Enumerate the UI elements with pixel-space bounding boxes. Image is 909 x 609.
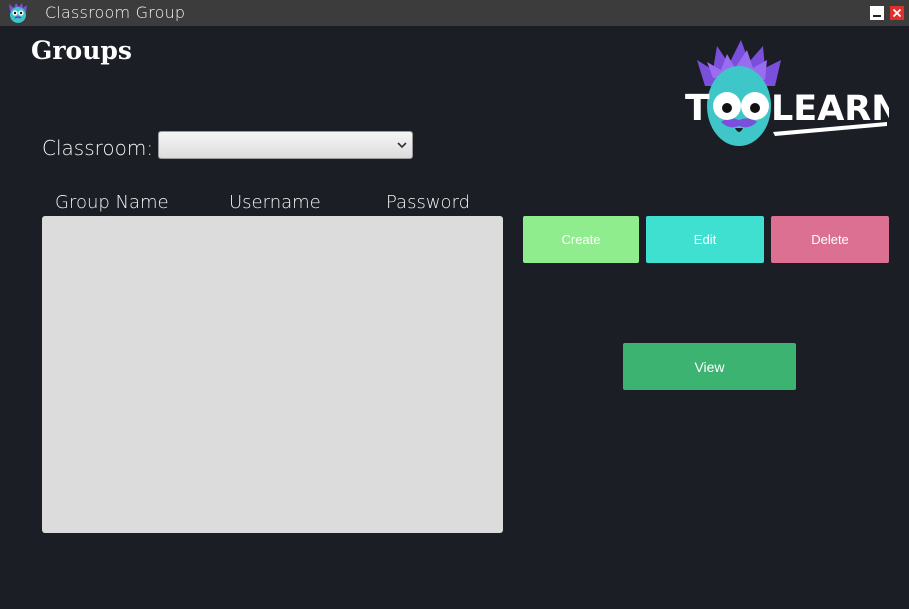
- group-list[interactable]: [42, 216, 503, 533]
- column-header-username[interactable]: Username: [229, 192, 321, 213]
- delete-button[interactable]: Delete: [771, 216, 889, 263]
- edit-button[interactable]: Edit: [646, 216, 764, 263]
- page-title: Groups: [31, 36, 132, 65]
- column-header-password[interactable]: Password: [386, 192, 470, 213]
- close-icon: [892, 8, 902, 18]
- column-header-group-name[interactable]: Group Name: [55, 192, 169, 213]
- title-bar[interactable]: Classroom Group: [0, 0, 909, 26]
- app-mascot-icon: [7, 2, 29, 24]
- chevron-down-icon: [397, 142, 407, 149]
- svg-text:T: T: [685, 88, 710, 129]
- window-title: Classroom Group: [45, 3, 186, 22]
- svg-text:LEARN: LEARN: [771, 89, 889, 129]
- view-button[interactable]: View: [623, 343, 796, 390]
- create-button[interactable]: Create: [523, 216, 639, 263]
- classroom-select[interactable]: [158, 131, 413, 159]
- classroom-label: Classroom:: [42, 136, 154, 160]
- classroom-group-window: Classroom Group Groups T LEARN Classroom…: [0, 0, 909, 609]
- close-button[interactable]: [890, 6, 904, 20]
- minimize-button[interactable]: [870, 6, 884, 20]
- toolearn-logo: T LEARN: [683, 38, 901, 150]
